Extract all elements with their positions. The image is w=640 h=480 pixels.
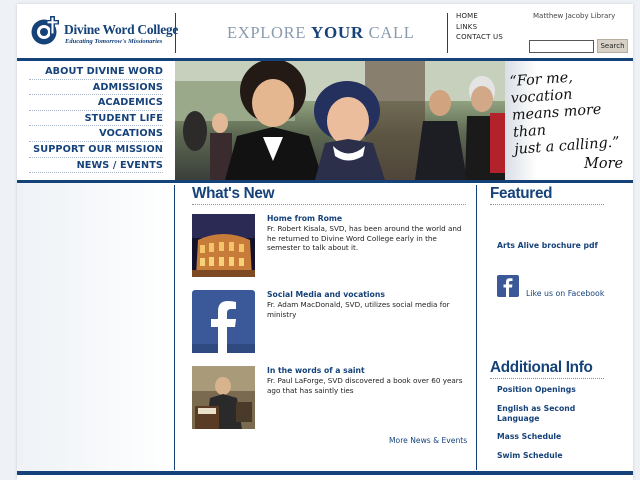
saint-painting-image [192, 366, 255, 429]
nav-vocations[interactable]: VOCATIONS [29, 126, 163, 142]
nav-academics[interactable]: ACADEMICS [29, 95, 163, 111]
left-gutter [17, 183, 175, 473]
more-news-link[interactable]: More News & Events [389, 436, 467, 445]
news-item: Home from Rome Fr. Robert Kisala, SVD, h… [192, 214, 472, 278]
globe-cross-icon [31, 16, 59, 45]
logo-name: Divine Word College [64, 22, 179, 37]
colosseum-image [192, 214, 255, 277]
mass-schedule-link[interactable]: Mass Schedule [497, 432, 561, 442]
nav-support[interactable]: SUPPORT OUR MISSION [29, 142, 163, 158]
column-divider [476, 185, 477, 470]
saint-painting-thumbnail[interactable] [192, 366, 255, 429]
links-link[interactable]: LINKS [456, 22, 503, 33]
tagline-word: CALL [368, 23, 415, 42]
facebook-f-glyph [503, 278, 513, 297]
news-item: Social Media and vocations Fr. Adam MacD… [192, 290, 472, 354]
facebook-thumbnail[interactable] [192, 290, 255, 353]
nav-admissions[interactable]: ADMISSIONS [29, 80, 163, 96]
contact-link[interactable]: CONTACT US [456, 32, 503, 43]
library-link[interactable]: Matthew Jacoby Library [533, 12, 615, 20]
tagline-word: EXPLORE [227, 23, 307, 42]
facebook-link[interactable]: Like us on Facebook [526, 289, 604, 298]
news-title[interactable]: Home from Rome [267, 214, 342, 223]
additional-info-heading: Additional Info [490, 359, 604, 379]
news-title[interactable]: In the words of a saint [267, 366, 365, 375]
students-photo-illustration [175, 61, 505, 180]
header-divider [447, 13, 448, 53]
nav-news-events[interactable]: NEWS / EVENTS [29, 158, 163, 174]
tagline-emphasis: YOUR [310, 23, 364, 42]
home-link[interactable]: HOME [456, 11, 503, 22]
news-item: In the words of a saint Fr. Paul LaForge… [192, 366, 472, 430]
search-button[interactable]: Search [597, 39, 628, 53]
news-description: Fr. Adam MacDonald, SVD, utilizes social… [267, 300, 450, 319]
search-input[interactable] [529, 40, 594, 53]
news-description: Fr. Robert Kisala, SVD, has been around … [267, 224, 462, 253]
facebook-icon[interactable] [497, 275, 519, 297]
swim-schedule-link[interactable]: Swim Schedule [497, 451, 563, 461]
whats-new-heading: What's New [192, 185, 466, 205]
main-nav: ABOUT DIVINE WORD ADMISSIONS ACADEMICS S… [29, 64, 163, 174]
college-logo[interactable]: Divine Word College Educating Tomorrow's… [30, 15, 178, 51]
nav-about[interactable]: ABOUT DIVINE WORD [29, 64, 163, 80]
page: Divine Word College Educating Tomorrow's… [17, 4, 633, 480]
position-openings-link[interactable]: Position Openings [497, 385, 576, 395]
header-divider [175, 13, 176, 53]
nav-student-life[interactable]: STUDENT LIFE [29, 111, 163, 127]
news-description: Fr. Paul LaForge, SVD discovered a book … [267, 376, 463, 395]
utility-links: HOME LINKS CONTACT US [456, 11, 503, 43]
banner-more-link[interactable]: More [584, 156, 623, 172]
vocation-quote: “For me, vocation means more than just a… [509, 65, 639, 158]
brochure-link[interactable]: Arts Alive brochure pdf [497, 241, 598, 251]
colosseum-thumbnail[interactable] [192, 214, 255, 277]
esl-link[interactable]: English as Second Language [497, 404, 607, 424]
banner-photo [175, 61, 505, 180]
column-divider [174, 185, 175, 470]
footer-rule [17, 471, 633, 475]
featured-heading: Featured [490, 185, 604, 205]
explore-tagline: EXPLORE YOUR CALL [227, 23, 415, 43]
facebook-icon [192, 290, 255, 353]
logo-tagline: Educating Tomorrow's Missionaries [65, 38, 163, 45]
news-title[interactable]: Social Media and vocations [267, 290, 385, 299]
site-header: Divine Word College Educating Tomorrow's… [17, 4, 633, 60]
